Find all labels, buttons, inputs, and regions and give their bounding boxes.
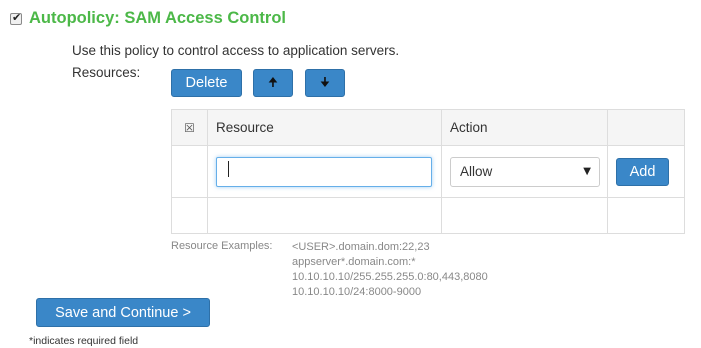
new-row-check-cell <box>171 145 208 198</box>
action-select-value: Allow <box>460 164 493 179</box>
text-cursor <box>228 161 229 177</box>
resource-table: ☒ Resource Action Allow ▼ Add <box>171 109 685 234</box>
check-icon: ✔ <box>12 11 22 24</box>
move-up-button[interactable]: 🠉 <box>253 69 293 97</box>
resource-input-cell <box>207 145 442 198</box>
policy-enabled-checkbox[interactable]: ✔ <box>10 11 22 25</box>
select-all-header[interactable]: ☒ <box>171 109 208 146</box>
action-column-header: Action <box>441 109 608 146</box>
resources-label: Resources: <box>72 65 141 80</box>
example-item: appserver*.domain.com:* <box>292 256 416 268</box>
add-button-cell: Add <box>607 145 685 198</box>
policy-title: Autopolicy: SAM Access Control <box>29 9 286 27</box>
move-down-button[interactable]: 🠋 <box>305 69 345 97</box>
example-item: <USER>.domain.dom:22,23 <box>292 241 430 253</box>
arrow-down-icon: 🠋 <box>320 74 330 89</box>
resource-input[interactable] <box>216 156 432 187</box>
table-header-row: ☒ Resource Action <box>171 109 685 146</box>
arrow-up-icon: 🠉 <box>268 74 278 89</box>
required-field-note: *indicates required field <box>29 335 139 347</box>
new-resource-row: Allow ▼ Add <box>171 145 685 198</box>
add-button[interactable]: Add <box>616 157 669 186</box>
resource-examples-list: <USER>.domain.dom:22,23 appserver*.domai… <box>292 240 488 300</box>
chevron-down-icon: ▼ <box>583 165 591 177</box>
save-and-continue-button[interactable]: Save and Continue > <box>36 298 210 327</box>
delete-button[interactable]: Delete <box>171 69 242 97</box>
example-item: 10.10.10.10/255.255.255.0:80,443,8080 <box>292 271 488 283</box>
blank-column-header <box>607 109 685 146</box>
policy-description: Use this policy to control access to app… <box>72 43 400 58</box>
resource-column-header: Resource <box>207 109 442 146</box>
action-select-cell: Allow ▼ <box>441 145 608 198</box>
table-row <box>171 197 685 234</box>
example-item: 10.10.10.10/24:8000-9000 <box>292 286 422 298</box>
action-select[interactable]: Allow ▼ <box>450 156 600 187</box>
select-all-checkbox-icon[interactable]: ☒ <box>184 121 195 135</box>
resource-examples-label: Resource Examples: <box>171 240 273 252</box>
